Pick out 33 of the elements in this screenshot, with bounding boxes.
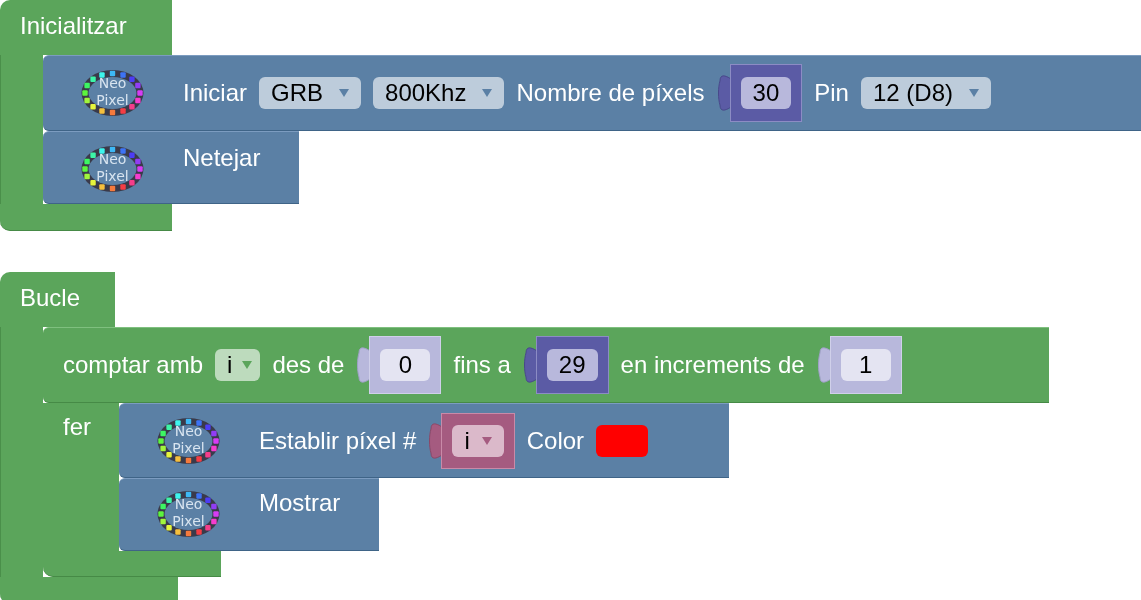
neopixel-logo: Neo Pixel	[155, 489, 222, 539]
number-field[interactable]: 1	[840, 349, 891, 381]
variable-dropdown[interactable]: i	[452, 424, 504, 457]
number-field[interactable]: 30	[740, 77, 792, 109]
caret-icon	[242, 361, 253, 369]
dropdown-field[interactable]: 800Khz	[373, 77, 505, 109]
neopixel-logo: Neo Pixel	[155, 415, 222, 466]
dropdown-field[interactable]: 12 (D8)	[860, 77, 991, 109]
caret-icon	[968, 89, 979, 97]
block-label: en increments de	[620, 351, 805, 379]
number-field[interactable]: 29	[546, 349, 598, 381]
block-label: fer	[63, 413, 91, 440]
block-header: Bucle	[0, 272, 115, 327]
caret-icon	[481, 436, 492, 445]
dropdown-field[interactable]: GRB	[259, 77, 362, 109]
block-label: Establir píxel #	[259, 426, 417, 455]
block-label: Netejar	[183, 144, 261, 172]
neopixel-logo: Neo Pixel	[79, 68, 146, 118]
block-label: Mostrar	[259, 489, 341, 517]
number-field[interactable]: 0	[380, 349, 431, 381]
neopixel-logo: Neo Pixel	[79, 144, 146, 194]
block-label: comptar amb	[63, 351, 204, 379]
block-label: fins a	[453, 351, 511, 379]
block-header: Inicialitzar	[0, 0, 172, 55]
colour-swatch[interactable]	[596, 424, 649, 457]
block-label: Nombre de píxels	[516, 79, 705, 107]
block-label: Color	[526, 426, 585, 455]
block-label: Pin	[814, 79, 849, 107]
caret-icon	[482, 89, 493, 97]
block-label: des de	[272, 351, 345, 379]
block-label: Iniciar	[183, 79, 248, 107]
dropdown-field[interactable]: i	[215, 349, 261, 381]
caret-icon	[339, 89, 350, 97]
